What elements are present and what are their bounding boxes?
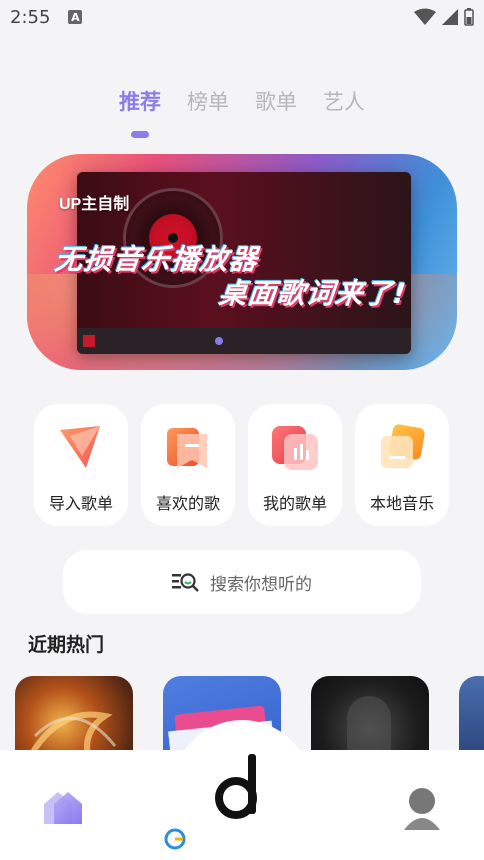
favorite-icon xyxy=(163,422,213,472)
playlist-icon xyxy=(270,422,320,472)
search-placeholder: 搜索你想听的 xyxy=(210,574,312,595)
banner-title-line2: 桌面歌词来了! xyxy=(217,277,409,310)
home-icon[interactable] xyxy=(40,786,84,826)
banner-tag: UP主自制 xyxy=(59,196,130,213)
status-time: 2:55 xyxy=(10,6,51,28)
top-tabs: 推荐 榜单 歌单 艺人 xyxy=(0,86,484,130)
album-thumb-icon xyxy=(83,335,95,347)
battery-icon xyxy=(464,8,474,26)
import-icon xyxy=(56,422,106,472)
shortcut-my-playlists[interactable]: 我的歌单 xyxy=(248,404,342,526)
watermark-logo-icon xyxy=(164,828,186,850)
tab-playlists[interactable]: 歌单 xyxy=(255,86,297,130)
shortcut-import-playlist[interactable]: 导入歌单 xyxy=(34,404,128,526)
banner-player-bar xyxy=(77,328,411,354)
shortcut-label: 我的歌单 xyxy=(262,494,327,513)
status-bar: 2:55 A xyxy=(0,0,484,34)
music-note-icon[interactable] xyxy=(212,752,272,822)
promo-banner[interactable]: UP主自制 无损音乐播放器 桌面歌词来了! xyxy=(27,154,457,370)
play-button-icon xyxy=(215,337,223,345)
tab-artists[interactable]: 艺人 xyxy=(323,86,365,130)
search-bar[interactable]: 搜索你想听的 xyxy=(63,550,421,614)
notification-icon: A xyxy=(68,10,83,24)
shortcut-label: 本地音乐 xyxy=(369,494,434,513)
local-music-icon xyxy=(377,422,427,472)
profile-avatar-icon[interactable] xyxy=(402,786,442,830)
shortcut-favorite-songs[interactable]: 喜欢的歌 xyxy=(141,404,235,526)
shortcut-local-music[interactable]: 本地音乐 xyxy=(355,404,449,526)
search-icon xyxy=(172,573,199,592)
tab-recommend[interactable]: 推荐 xyxy=(119,86,161,130)
watermark-logo xyxy=(164,828,264,850)
tab-charts[interactable]: 榜单 xyxy=(187,86,229,130)
wifi-icon xyxy=(414,8,436,25)
signal-icon xyxy=(442,9,458,25)
shortcut-grid: 导入歌单 喜欢的歌 我的歌单 本地音乐 xyxy=(34,404,449,526)
shortcut-label: 喜欢的歌 xyxy=(155,494,220,513)
shortcut-label: 导入歌单 xyxy=(48,494,113,513)
section-title-trending: 近期热门 xyxy=(28,634,105,656)
